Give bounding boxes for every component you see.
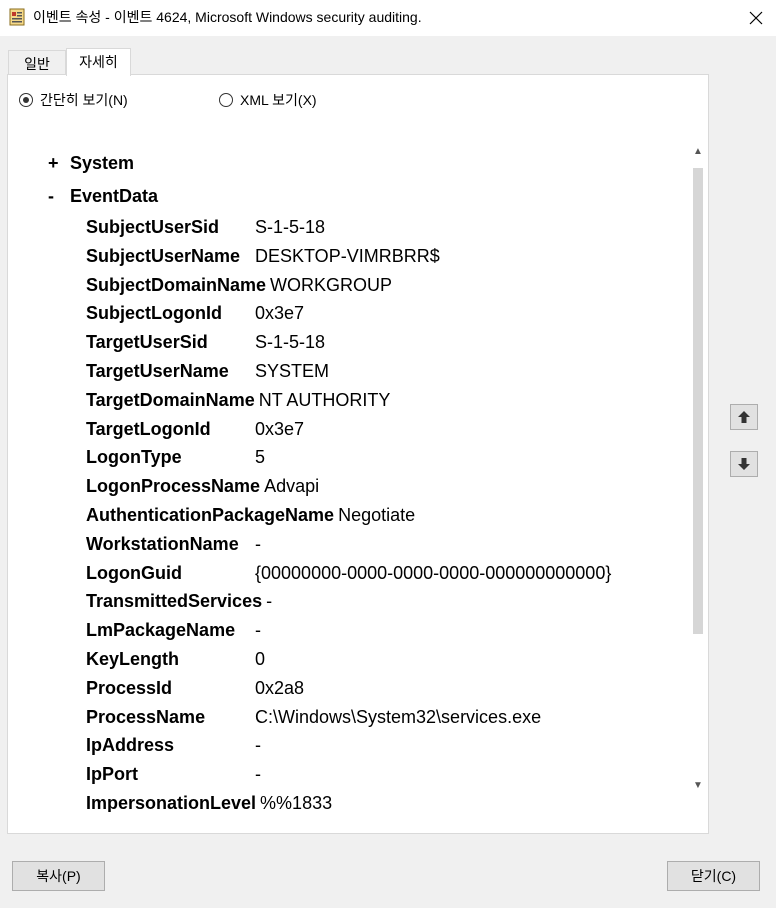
field-name: AuthenticationPackageName <box>86 504 335 525</box>
field-value: Advapi <box>264 476 320 497</box>
field-row: KeyLength 0 <box>86 646 611 675</box>
field-row: SubjectUserName DESKTOP-VIMRBRR$ <box>86 243 611 272</box>
field-row: SubjectUserSid S-1-5-18 <box>86 214 611 243</box>
field-name: IpAddress <box>86 735 175 756</box>
field-row: TargetLogonId 0x3e7 <box>86 416 611 445</box>
xml-view-label: XML 보기(X) <box>240 92 317 108</box>
field-value: {00000000-0000-0000-0000-000000000000} <box>255 562 612 583</box>
scroll-up-icon[interactable]: ▲ <box>692 146 704 158</box>
title-bar: 이벤트 속성 - 이벤트 4624, Microsoft Windows sec… <box>0 0 776 36</box>
field-row: LogonGuid {00000000-0000-0000-0000-000000… <box>86 560 611 589</box>
close-button[interactable]: 닫기(C) <box>667 861 760 891</box>
field-value: - <box>255 764 261 785</box>
close-icon <box>749 11 763 25</box>
field-name: WorkstationName <box>86 533 239 554</box>
field-name: ProcessId <box>86 677 173 698</box>
radio-unchecked-icon <box>219 93 233 107</box>
next-event-button[interactable] <box>730 451 758 477</box>
field-name: TargetUserSid <box>86 332 208 353</box>
field-name: LogonGuid <box>86 562 182 583</box>
tab-details[interactable]: 자세히 <box>66 48 131 76</box>
friendly-view-label: 간단히 보기(N) <box>40 92 128 108</box>
field-name: IpPort <box>86 764 138 785</box>
field-value: Negotiate <box>338 504 416 525</box>
field-value: SYSTEM <box>255 360 330 381</box>
field-name: KeyLength <box>86 648 180 669</box>
field-value: %%1833 <box>260 792 333 812</box>
tree-node-eventdata[interactable]: - EventData <box>48 185 158 207</box>
field-row: WorkstationName - <box>86 531 611 560</box>
field-row: SubjectDomainName WORKGROUP <box>86 272 611 301</box>
event-viewer-icon <box>9 8 25 26</box>
field-value: - <box>266 591 273 612</box>
field-name: TargetUserName <box>86 360 229 381</box>
field-row: LogonProcessName Advapi <box>86 473 611 502</box>
event-data-view: + System - EventData SubjectUserSid S-1-5-1… <box>30 126 691 812</box>
field-row: AuthenticationPackageName Negotiate <box>86 502 611 531</box>
field-value: WORKGROUP <box>270 274 393 295</box>
field-row: ImpersonationLevel %%1833 <box>86 790 611 812</box>
collapse-toggle[interactable]: - <box>48 185 70 207</box>
field-value: - <box>255 533 261 554</box>
field-row: ProcessName C:\Windows\System32\services.… <box>86 704 611 733</box>
eventdata-fields: SubjectUserSid S-1-5-18 SubjectUserName DE… <box>86 214 611 812</box>
field-name: SubjectDomainName <box>86 274 267 295</box>
field-value: 0x2a8 <box>255 677 305 698</box>
friendly-view-radio[interactable]: 간단히 보기(N) <box>19 90 128 110</box>
field-name: SubjectLogonId <box>86 303 222 324</box>
field-row: IpAddress - <box>86 732 611 761</box>
tree-node-label: EventData <box>70 186 159 206</box>
field-row: TargetUserName SYSTEM <box>86 358 611 387</box>
field-row: TargetUserSid S-1-5-18 <box>86 329 611 358</box>
scroll-down-icon[interactable]: ▼ <box>692 780 704 792</box>
window-title: 이벤트 속성 - 이벤트 4624, Microsoft Windows sec… <box>33 9 422 25</box>
field-value: 0 <box>255 648 266 669</box>
field-name: ProcessName <box>86 706 206 727</box>
scrollbar-thumb[interactable] <box>693 168 703 634</box>
field-value: - <box>255 735 261 756</box>
previous-event-button[interactable] <box>730 404 758 430</box>
field-name: LmPackageName <box>86 620 236 641</box>
field-value: S-1-5-18 <box>255 217 326 237</box>
field-row: IpPort - <box>86 761 611 790</box>
field-name: SubjectUserName <box>86 245 241 266</box>
field-row: ProcessId 0x2a8 <box>86 675 611 704</box>
field-value: 0x3e7 <box>255 418 305 439</box>
copy-button[interactable]: 복사(P) <box>12 861 105 891</box>
field-name: TargetLogonId <box>86 418 211 439</box>
tab-general[interactable]: 일반 <box>8 50 66 76</box>
field-value: 5 <box>255 447 266 468</box>
radio-checked-icon <box>19 93 33 107</box>
field-value: - <box>255 620 261 641</box>
field-name: LogonType <box>86 447 182 468</box>
arrow-down-icon <box>738 458 750 470</box>
close-window-button[interactable] <box>736 0 776 36</box>
field-row: TransmittedServices - <box>86 588 611 617</box>
field-value: DESKTOP-VIMRBRR$ <box>255 245 440 266</box>
arrow-up-icon <box>738 411 750 423</box>
field-name: SubjectUserSid <box>86 217 220 237</box>
field-row: SubjectLogonId 0x3e7 <box>86 300 611 329</box>
field-name: TargetDomainName <box>86 389 255 410</box>
tree-node-label: System <box>70 153 135 173</box>
field-value: NT AUTHORITY <box>258 389 391 410</box>
field-row: LogonType 5 <box>86 444 611 473</box>
tree-node-system[interactable]: + System <box>48 152 134 174</box>
field-name: TransmittedServices <box>86 591 263 612</box>
field-name: ImpersonationLevel <box>86 792 257 812</box>
xml-view-radio[interactable]: XML 보기(X) <box>219 90 317 110</box>
field-row: LmPackageName - <box>86 617 611 646</box>
field-value: S-1-5-18 <box>255 332 326 353</box>
field-value: 0x3e7 <box>255 303 305 324</box>
expand-toggle[interactable]: + <box>48 152 70 174</box>
field-name: LogonProcessName <box>86 476 261 497</box>
field-value: C:\Windows\System32\services.exe <box>255 706 542 727</box>
field-row: TargetDomainName NT AUTHORITY <box>86 387 611 416</box>
